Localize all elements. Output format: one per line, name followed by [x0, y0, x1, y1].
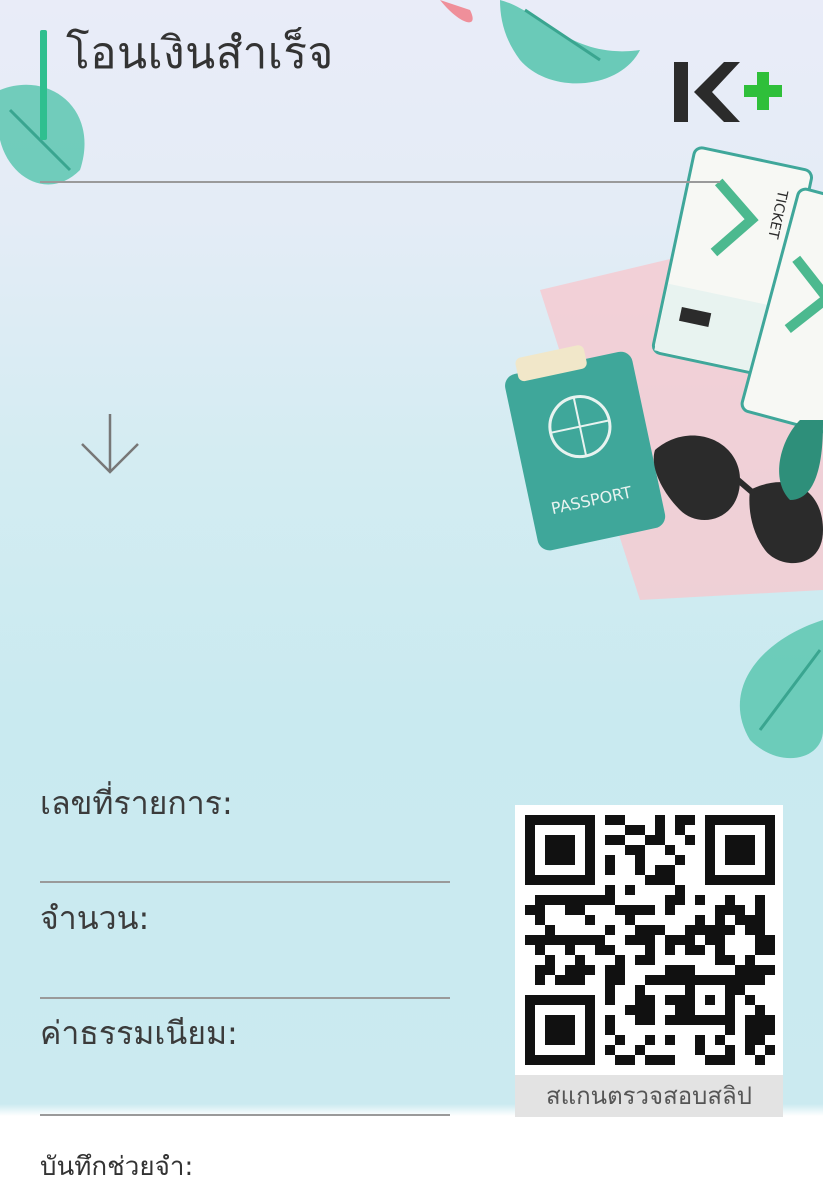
amount-label: จำนวน:	[40, 899, 150, 937]
qr-caption: สแกนตรวจสอบสลิป	[515, 1075, 783, 1117]
kplus-logo	[674, 62, 782, 122]
qr-verification-card[interactable]: สแกนตรวจสอบสลิป	[515, 805, 783, 1117]
memo-label: บันทึกช่วยจำ:	[40, 1152, 194, 1182]
title-accent-bar	[40, 30, 47, 140]
reference-divider	[40, 881, 450, 883]
amount-divider	[40, 997, 450, 999]
reference-number-label: เลขที่รายการ:	[40, 784, 233, 822]
fee-label: ค่าธรรมเนียม:	[40, 1014, 238, 1052]
travel-illustration: TICKET PASSPORT	[505, 146, 823, 600]
qr-code-icon[interactable]	[525, 815, 775, 1065]
page-title: โอนเงินสำเร็จ	[66, 28, 334, 79]
arrow-down-icon	[81, 414, 139, 474]
transfer-slip: TICKET PASSPORT โอนเงินสำเร็จ เลขที่รายก…	[0, 0, 823, 1200]
leaf-decoration-bottom-right	[739, 620, 823, 759]
leaf-decoration-top	[440, 0, 640, 84]
fee-divider	[40, 1114, 450, 1116]
header-divider	[40, 181, 720, 183]
